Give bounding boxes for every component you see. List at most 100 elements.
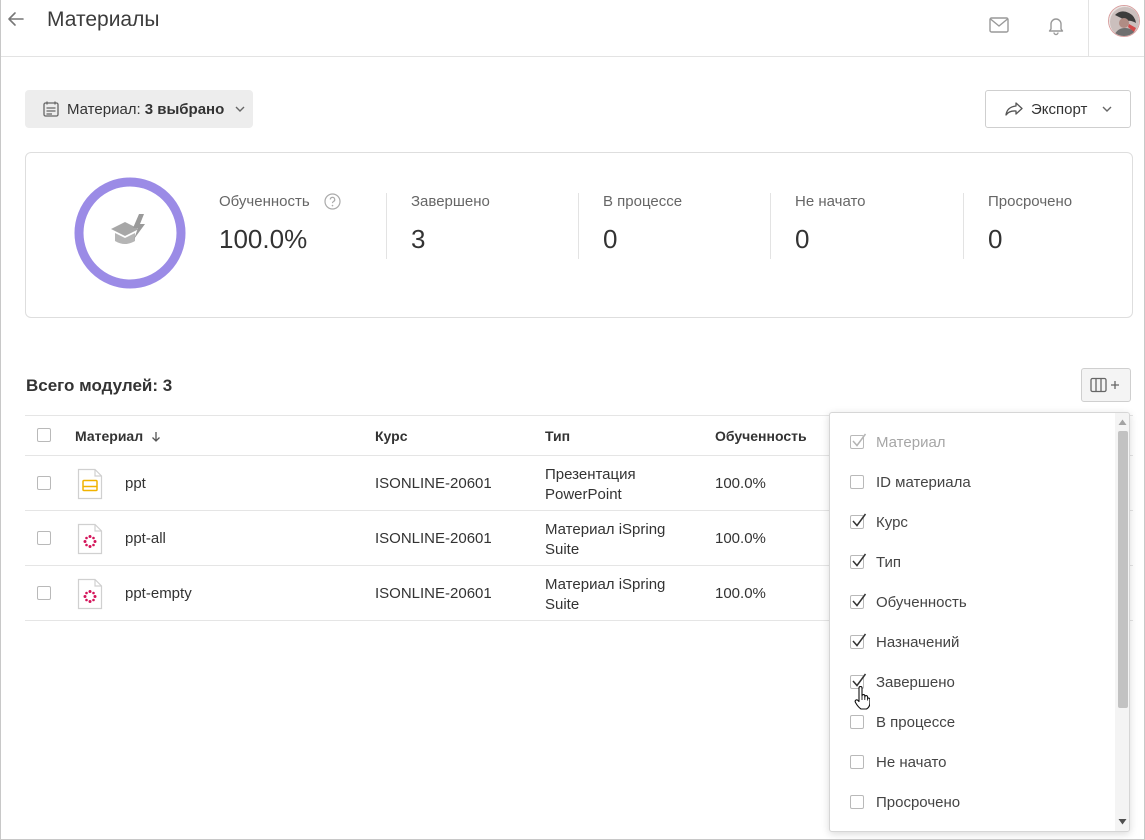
page-title: Материалы	[47, 8, 160, 31]
progress-cell: 100.0%	[715, 585, 766, 602]
material-filter-button[interactable]: Материал: 3 выбрано	[25, 90, 253, 128]
column-option[interactable]: Просрочено	[850, 790, 960, 814]
column-option[interactable]: Назначений	[850, 630, 959, 654]
summary-card: Обученность 100.0% Завершено 3 В процесс…	[25, 152, 1133, 318]
column-option: Материал	[850, 430, 946, 454]
column-option-label: Обученность	[876, 593, 967, 611]
filter-label: Материал:	[67, 100, 141, 118]
checkbox-unchecked[interactable]	[850, 715, 864, 729]
row-checkbox[interactable]	[37, 476, 51, 490]
stat-learning: Обученность 100.0%	[219, 193, 341, 255]
checkmark-icon	[852, 433, 867, 447]
column-chooser-dropdown: Материал ID материала Курс Тип Обученность На…	[829, 412, 1130, 832]
stat-in-progress: В процессе 0	[603, 193, 682, 255]
column-option-label: ID материала	[876, 473, 971, 491]
scroll-thumb[interactable]	[1118, 431, 1128, 708]
column-header-progress[interactable]: Обученность	[715, 428, 807, 444]
column-option[interactable]: Курс	[850, 510, 908, 534]
type-line: Презентация	[545, 466, 636, 483]
checkbox-checked	[850, 433, 867, 449]
course-cell: ISONLINE-20601	[375, 530, 492, 547]
checkbox-checked[interactable]	[850, 593, 867, 609]
progress-cell: 100.0%	[715, 475, 766, 492]
app-window: Материалы Материал: 3 выбрано Экспорт Об…	[0, 0, 1145, 840]
stat-value: 3	[411, 224, 426, 254]
stat-completed: Завершено 3	[411, 193, 490, 255]
stat-label: Не начато	[795, 193, 866, 210]
export-button[interactable]: Экспорт	[985, 90, 1131, 128]
ispring-file-icon	[77, 523, 103, 555]
type-cell: Материал iSpring Suite	[545, 520, 665, 560]
material-name[interactable]: ppt-all	[125, 530, 166, 547]
checkbox-checked[interactable]	[850, 513, 867, 529]
stat-label: В процессе	[603, 193, 683, 210]
type-line: Suite	[545, 541, 580, 558]
scroll-down-arrow-icon[interactable]	[1118, 818, 1127, 826]
back-arrow-icon[interactable]	[5, 8, 27, 30]
stat-value: 0	[795, 224, 810, 254]
ispring-file-icon	[77, 578, 103, 610]
material-name[interactable]: ppt-empty	[125, 585, 192, 602]
checkmark-icon	[852, 633, 867, 647]
chevron-down-icon	[1102, 106, 1112, 112]
share-arrow-icon	[1005, 102, 1023, 116]
powerpoint-file-icon	[77, 468, 103, 500]
row-checkbox[interactable]	[37, 531, 51, 545]
mail-icon[interactable]	[988, 14, 1010, 36]
column-option-label: Материал	[876, 433, 946, 451]
export-label: Экспорт	[1031, 100, 1088, 118]
select-all-checkbox[interactable]	[37, 428, 51, 442]
total-modules: Всего модулей: 3	[26, 376, 173, 395]
question-icon[interactable]	[324, 193, 341, 210]
checkmark-icon	[852, 593, 867, 607]
hand-cursor-icon	[854, 686, 870, 710]
stat-divider	[963, 193, 964, 259]
checkbox-unchecked[interactable]	[850, 755, 864, 769]
checkbox-unchecked[interactable]	[850, 475, 864, 489]
stat-divider	[578, 193, 579, 259]
column-option-label: Не начато	[876, 753, 947, 771]
columns-add-icon	[1090, 377, 1119, 393]
checkbox-checked[interactable]	[850, 633, 867, 649]
header-divider	[1088, 0, 1089, 56]
checkbox-unchecked[interactable]	[850, 795, 864, 809]
user-avatar[interactable]	[1108, 5, 1140, 37]
type-cell: Презентация PowerPoint	[545, 465, 636, 505]
chevron-down-icon	[235, 106, 245, 112]
sort-down-arrow-icon	[152, 432, 160, 442]
stat-value: 0	[603, 224, 618, 254]
column-header-type[interactable]: Тип	[545, 428, 570, 444]
stat-label: Завершено	[411, 193, 490, 210]
column-option-label: Курс	[876, 513, 908, 531]
graduation-cap-icon	[111, 214, 145, 244]
column-settings-button[interactable]	[1081, 368, 1131, 402]
row-checkbox[interactable]	[37, 586, 51, 600]
type-cell: Материал iSpring Suite	[545, 575, 665, 615]
column-option[interactable]: Тип	[850, 550, 901, 574]
type-line: Материал iSpring	[545, 521, 666, 538]
column-header-material[interactable]: Материал	[75, 428, 161, 444]
column-option[interactable]: Обученность	[850, 590, 967, 614]
top-header: Материалы	[1, 0, 1144, 57]
dropdown-scrollbar[interactable]	[1115, 413, 1129, 831]
column-option[interactable]: В процессе	[850, 710, 955, 734]
column-option[interactable]: ID материала	[850, 470, 971, 494]
stat-overdue: Просрочено 0	[988, 193, 1072, 255]
column-header-course[interactable]: Курс	[375, 428, 407, 444]
filter-value: 3 выбрано	[144, 100, 225, 118]
stat-divider	[386, 193, 387, 259]
checkmark-icon	[852, 513, 867, 527]
stat-value: 100.0%	[219, 224, 308, 254]
material-name[interactable]: ppt	[125, 475, 146, 492]
type-line: Suite	[545, 596, 580, 613]
course-cell: ISONLINE-20601	[375, 475, 492, 492]
calendar-icon	[43, 101, 59, 117]
course-cell: ISONLINE-20601	[375, 585, 492, 602]
column-option[interactable]: Не начато	[850, 750, 947, 774]
scroll-up-arrow-icon[interactable]	[1118, 418, 1127, 426]
column-option-label: Назначений	[876, 633, 960, 651]
progress-cell: 100.0%	[715, 530, 766, 547]
bell-icon[interactable]	[1045, 14, 1067, 36]
checkbox-checked[interactable]	[850, 553, 867, 569]
stat-value: 0	[988, 224, 1003, 254]
